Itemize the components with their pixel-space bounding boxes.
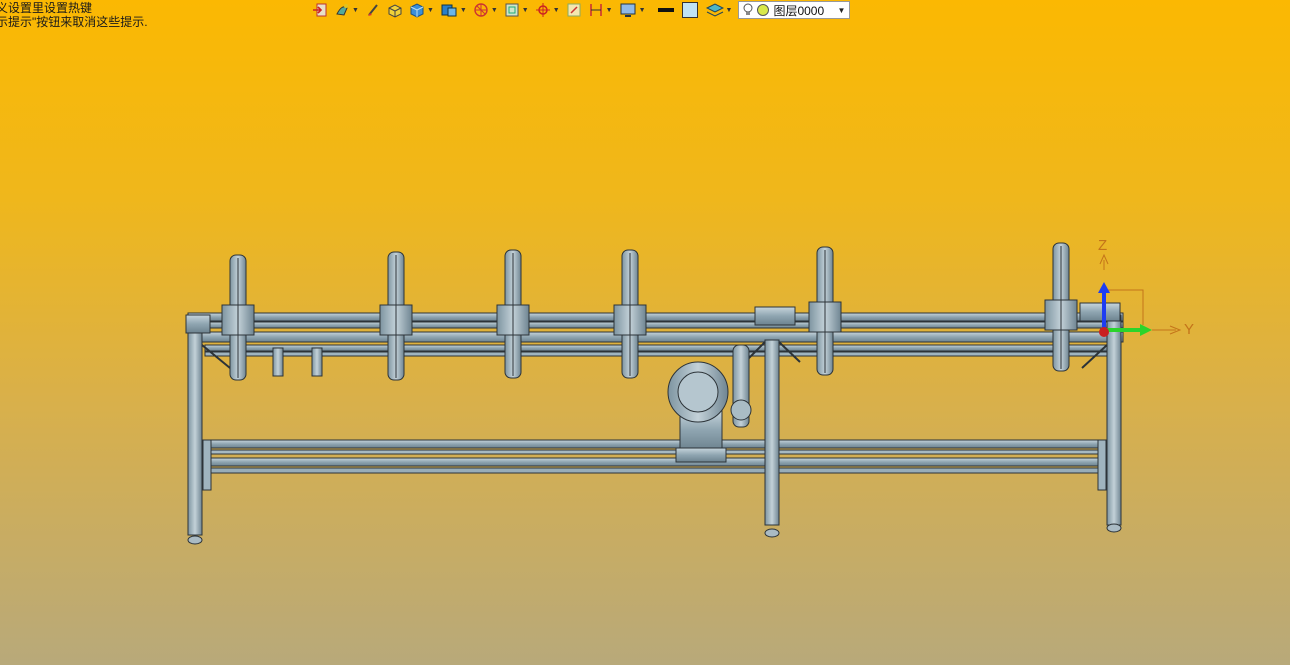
roller-assemblies [221,242,1078,381]
model-viewport[interactable]: Z Y [0,0,1290,665]
roller-4 [613,249,647,379]
axis-z-label: Z [1098,237,1107,254]
conveyor-frame [185,302,1124,545]
roller-1 [221,254,255,381]
roller-2 [379,251,413,381]
roller-3 [496,249,530,379]
axis-y-label: Y [1184,321,1194,338]
